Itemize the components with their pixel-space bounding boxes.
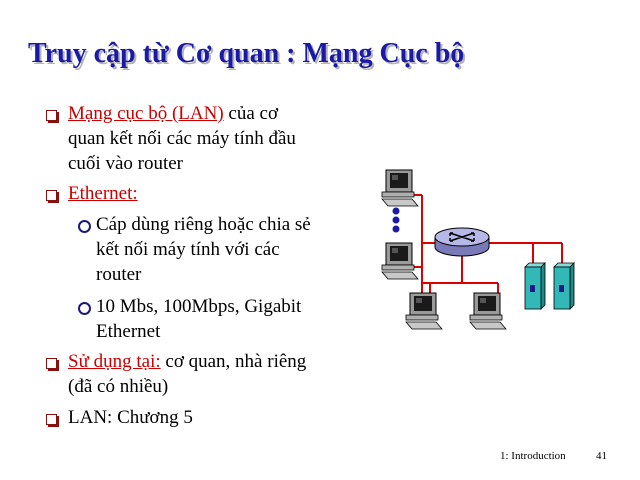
bullet-4-text: LAN: Chương 5 [68,407,193,428]
bullet-1-line-3: cuối vào router [68,153,184,174]
ellipsis-dot-3 [392,225,400,233]
bullet-1-text: của cơ [223,103,279,124]
pc-icon-top [381,169,419,207]
sub-bullet-1-line-3: router [96,264,142,285]
server-icon-1 [524,262,546,310]
sub-bullet-2-line-2: Ethernet [96,321,161,342]
bullet-3-text: cơ quan, nhà riêng [160,351,307,372]
bullet-2-highlight: Ethernet: [68,183,138,204]
ellipsis-dot-1 [392,207,400,215]
footer-page-number: 41 [596,450,607,462]
bullet-1-line-1: Mạng cục bộ (LAN) của cơ [68,102,278,126]
bullet-marker-1 [46,110,57,121]
lan-diagram [381,169,575,330]
router-icon [434,227,490,257]
pc-icon-bottom-left [405,292,443,330]
sub-bullet-marker-2 [78,302,91,315]
bullet-1-line-2: quan kết nối các máy tính đầu [68,128,296,149]
bullet-3-highlight: Sử dụng tại: [68,351,161,372]
sub-bullet-1-line-2: kết nối máy tính với các [96,239,280,260]
pc-icon-middle [381,242,419,280]
bullet-marker-3 [46,358,57,369]
sub-bullet-1-line-1: Cáp dùng riêng hoặc chia sẻ [96,214,311,235]
pc-icon-bottom-right [469,292,507,330]
server-icon-2 [553,262,575,310]
bullet-1-highlight: Mạng cục bộ (LAN) [68,103,224,124]
ellipsis-dot-2 [392,216,400,224]
footer-section: 1: Introduction [500,450,566,462]
bullet-3-line-1: Sử dụng tại: cơ quan, nhà riêng [68,350,306,374]
sub-bullet-2-line-1: 10 Mbs, 100Mbps, Gigabit [96,296,302,317]
ellipsis-dots-icon [392,207,400,233]
sub-bullet-marker-1 [78,220,91,233]
bullet-marker-4 [46,414,57,425]
bullet-marker-2 [46,190,57,201]
bullet-3-line-2: (đã có nhiều) [68,376,169,397]
